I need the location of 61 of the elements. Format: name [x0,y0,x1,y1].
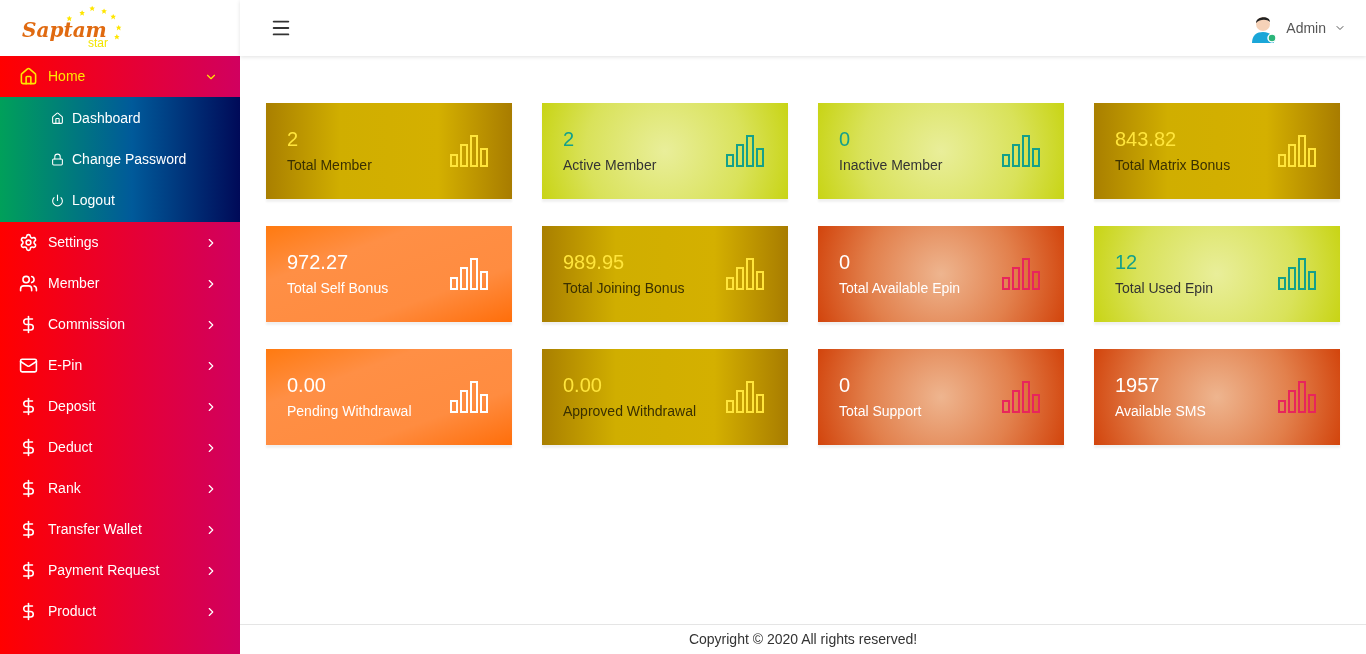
stat-value: 2 [287,126,300,151]
lock-icon [51,153,64,166]
stat-value: 0 [839,126,852,151]
stat-label: Inactive Member [839,155,943,175]
stat-label: Total Used Epin [1115,278,1214,298]
submenu-item[interactable]: Dashboard [0,98,240,139]
stat-label: Total Support [839,401,922,421]
stat-label: Total Joining Bonus [563,278,685,298]
stat-label: Available SMS [1115,401,1206,421]
bar-chart-icon [726,381,766,413]
gear-icon [19,233,38,252]
bar-chart-icon [450,381,490,413]
stat-value: 0.00 [287,372,327,397]
stat-value: 1957 [1115,372,1161,397]
bar-chart-icon [1002,381,1042,413]
copyright-text: Copyright © 2020 All rights reserved! [688,630,918,649]
bar-chart-icon [450,258,490,290]
sidebar-item[interactable]: E-Pin [0,345,240,386]
envelope-icon [19,356,38,375]
sidebar-item[interactable]: Payment Request [0,550,240,591]
sidebar-item[interactable]: Deduct [0,427,240,468]
stat-value: 2 [563,126,576,151]
sidebar-item[interactable]: Transfer Wallet [0,509,240,550]
stat-value: 0 [839,249,852,274]
bar-chart-icon [1002,135,1042,167]
stat-label: Total Member [287,155,372,175]
stat-label: Total Self Bonus [287,278,389,298]
sidebar-item[interactable]: Deposit [0,386,240,427]
bar-chart-icon [1278,381,1318,413]
home-icon [19,67,38,86]
bar-chart-icon [1278,135,1318,167]
sidebar-item[interactable]: Product [0,591,240,632]
sidebar-item[interactable]: Settings [0,222,240,263]
sidebar-item[interactable]: Member [0,263,240,304]
bar-chart-icon [726,135,766,167]
bar-chart-icon [1278,258,1318,290]
stat-label: Active Member [563,155,657,175]
sidebar-item[interactable]: Commission [0,304,240,345]
submenu-item[interactable]: Change Password [0,139,240,180]
stat-value: 843.82 [1115,126,1178,151]
stat-value: 0 [839,372,852,397]
sidebar-item[interactable]: Rank [0,468,240,509]
people-icon [19,274,38,293]
stat-label: Approved Withdrawal [563,401,697,421]
user-menu[interactable]: Admin [1248,13,1346,43]
logo[interactable]: Saptam star [22,2,126,54]
bar-chart-icon [1002,258,1042,290]
stat-label: Total Matrix Bonus [1115,155,1231,175]
stat-value: 12 [1115,249,1139,274]
logo-name: Saptam [22,20,107,40]
power-icon [51,194,64,207]
stat-label: Pending Withdrawal [287,401,412,421]
sidebar-item[interactable]: Home [0,56,240,97]
bar-chart-icon [450,135,490,167]
stat-value: 0.00 [563,372,603,397]
submenu-item[interactable]: Logout [0,180,240,221]
bar-chart-icon [726,258,766,290]
home-icon [51,112,64,125]
stat-label: Total Available Epin [839,278,961,298]
stat-value: 989.95 [563,249,626,274]
stat-value: 972.27 [287,249,350,274]
